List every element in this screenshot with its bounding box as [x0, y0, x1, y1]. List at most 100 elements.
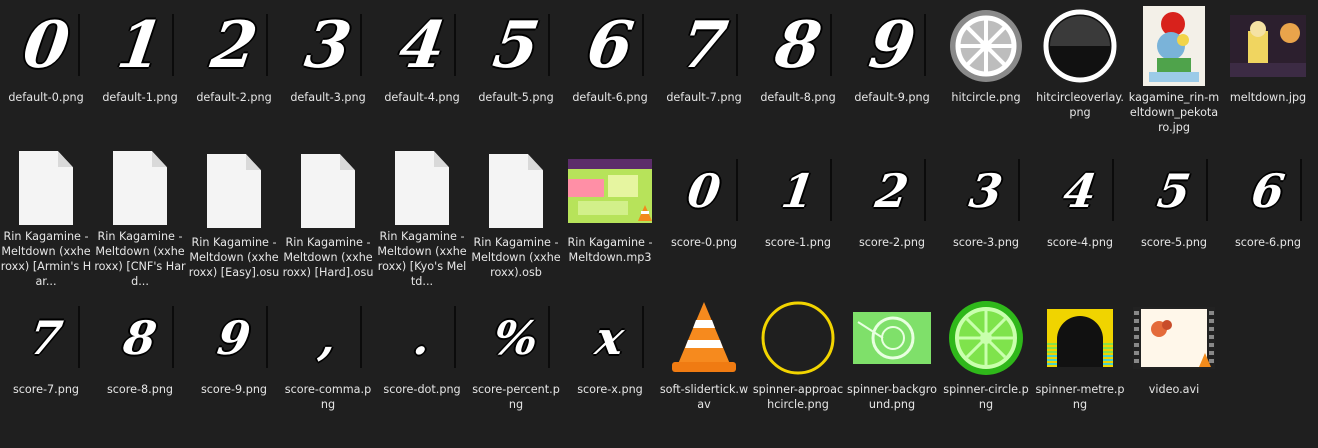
glyph-icon: 1 [778, 164, 818, 218]
file-name: Rin Kagamine - Meltdown (xxheroxx) [CNF'… [94, 230, 186, 288]
file-item[interactable]: 2 score-2.png [846, 151, 938, 289]
file-item[interactable]: 9 default-9.png [846, 6, 938, 144]
file-item[interactable]: 1 default-1.png [94, 6, 186, 144]
file-item[interactable]: spinner-circle.png [940, 298, 1032, 436]
file-name: kagamine_rin-meltdown_pekotaro.jpg [1128, 91, 1220, 134]
glyph-icon: 4 [1060, 164, 1100, 218]
file-item[interactable]: % score-percent.png [470, 298, 562, 436]
file-item[interactable]: 1 score-1.png [752, 151, 844, 289]
document-icon [395, 151, 449, 225]
file-name: default-2.png [196, 91, 272, 104]
file-name: default-8.png [760, 91, 836, 104]
file-item[interactable]: . score-dot.png [376, 298, 468, 436]
file-item[interactable]: 7 default-7.png [658, 6, 750, 144]
file-name: score-5.png [1140, 236, 1208, 249]
file-name: default-4.png [384, 91, 460, 104]
file-name: score-0.png [670, 236, 738, 249]
file-item[interactable]: spinner-metre.png [1034, 298, 1126, 436]
glyph-icon: 0 [18, 8, 74, 83]
file-item[interactable]: Rin Kagamine - Meltdown (xxheroxx).osb [470, 151, 562, 289]
file-item[interactable]: 7 score-7.png [0, 298, 92, 436]
file-item[interactable]: 6 default-6.png [564, 6, 656, 144]
file-name: meltdown.jpg [1229, 91, 1307, 104]
file-item[interactable]: 5 default-5.png [470, 6, 562, 144]
file-name: soft-slidertick.wav [659, 383, 749, 411]
file-item[interactable]: Rin Kagamine - Meltdown (xxheroxx) [Kyo'… [376, 151, 468, 289]
file-name: default-0.png [8, 91, 84, 104]
glyph-icon: 5 [488, 8, 544, 83]
file-name: spinner-background.png [847, 383, 937, 411]
glyph-icon: 6 [582, 8, 638, 83]
glyph-icon: . [410, 311, 434, 365]
file-name: Rin Kagamine - Meltdown (xxheroxx) [Hard… [282, 236, 374, 279]
glyph-icon: % [490, 311, 542, 365]
file-item[interactable]: 3 default-3.png [282, 6, 374, 144]
file-item[interactable]: spinner-approachcircle.png [752, 298, 844, 436]
vlc-cone-icon [672, 302, 736, 372]
file-item[interactable]: Rin Kagamine - Meltdown (xxheroxx) [Easy… [188, 151, 280, 289]
file-item[interactable]: hitcircle.png [940, 6, 1032, 144]
file-item[interactable]: 6 score-6.png [1222, 151, 1314, 289]
file-name: hitcircleoverlay.png [1036, 91, 1124, 119]
file-name: Rin Kagamine - Meltdown.mp3 [567, 236, 653, 264]
file-name: hitcircle.png [951, 91, 1021, 104]
glyph-icon: 0 [684, 164, 724, 218]
hitcircle-overlay-icon [1043, 9, 1117, 83]
file-name: score-9.png [200, 383, 268, 396]
file-name: score-percent.png [472, 383, 560, 411]
file-item[interactable]: spinner-background.png [846, 298, 938, 436]
file-name: default-7.png [666, 91, 742, 104]
file-name: default-9.png [854, 91, 930, 104]
video-file-icon [1133, 307, 1215, 369]
file-item[interactable]: hitcircleoverlay.png [1034, 6, 1126, 144]
file-item[interactable]: 4 score-4.png [1034, 151, 1126, 289]
file-name: default-3.png [290, 91, 366, 104]
file-item[interactable]: soft-slidertick.wav [658, 298, 750, 436]
file-item[interactable]: Rin Kagamine - Meltdown.mp3 [564, 151, 656, 289]
file-name: score-2.png [858, 236, 926, 249]
file-name: Rin Kagamine - Meltdown (xxheroxx) [Armi… [0, 230, 92, 288]
glyph-icon: 7 [26, 311, 66, 365]
file-name: score-6.png [1234, 236, 1302, 249]
glyph-icon: 3 [300, 8, 356, 83]
file-item[interactable]: kagamine_rin-meltdown_pekotaro.jpg [1128, 6, 1220, 144]
file-item[interactable]: 0 default-0.png [0, 6, 92, 144]
file-name: score-8.png [106, 383, 174, 396]
approach-circle-icon [761, 301, 835, 375]
file-item[interactable]: 9 score-9.png [188, 298, 280, 436]
file-item[interactable]: , score-comma.png [282, 298, 374, 436]
glyph-icon: 8 [770, 8, 826, 83]
file-item[interactable]: 0 score-0.png [658, 151, 750, 289]
document-icon [301, 154, 355, 228]
file-item[interactable]: 3 score-3.png [940, 151, 1032, 289]
glyph-icon: 2 [872, 164, 912, 218]
file-item[interactable]: 8 default-8.png [752, 6, 844, 144]
file-name: score-comma.png [284, 383, 372, 411]
file-item[interactable]: meltdown.jpg [1222, 6, 1314, 144]
file-item[interactable]: x score-x.png [564, 298, 656, 436]
file-name: Rin Kagamine - Meltdown (xxheroxx) [Easy… [188, 236, 280, 279]
glyph-icon: , [316, 311, 340, 365]
file-item[interactable]: Rin Kagamine - Meltdown (xxheroxx) [CNF'… [94, 151, 186, 289]
file-item[interactable]: 8 score-8.png [94, 298, 186, 436]
glyph-icon: 3 [966, 164, 1006, 218]
file-item[interactable]: 5 score-5.png [1128, 151, 1220, 289]
glyph-icon: x [592, 311, 628, 365]
glyph-icon: 1 [112, 8, 168, 83]
spinner-circle-icon [949, 301, 1023, 375]
file-name: Rin Kagamine - Meltdown (xxheroxx) [Kyo'… [377, 230, 467, 288]
file-name: default-6.png [572, 91, 648, 104]
glyph-icon: 8 [120, 311, 160, 365]
file-item[interactable]: video.avi [1128, 298, 1220, 436]
file-name: score-dot.png [383, 383, 461, 396]
image-thumbnail-icon [1143, 6, 1205, 86]
file-name: spinner-approachcircle.png [752, 383, 844, 411]
audio-file-icon [568, 159, 652, 223]
spinner-background-icon [853, 312, 931, 364]
file-item[interactable]: 4 default-4.png [376, 6, 468, 144]
file-item[interactable]: Rin Kagamine - Meltdown (xxheroxx) [Armi… [0, 151, 92, 289]
file-name: score-x.png [577, 383, 643, 396]
file-item[interactable]: Rin Kagamine - Meltdown (xxheroxx) [Hard… [282, 151, 374, 289]
file-item[interactable]: 2 default-2.png [188, 6, 280, 144]
glyph-icon: 6 [1248, 164, 1288, 218]
